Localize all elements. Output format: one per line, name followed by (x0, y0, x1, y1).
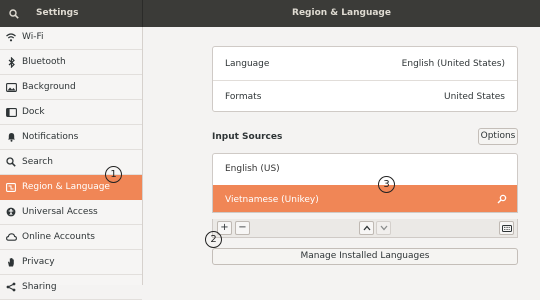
bell-icon (5, 131, 17, 143)
sidebar-item-label: Background (22, 82, 76, 92)
search-button[interactable] (0, 0, 28, 27)
input-sources-list: English (US) Vietnamese (Unikey) (212, 153, 518, 213)
manage-installed-languages-button[interactable]: Manage Installed Languages (212, 248, 518, 265)
share-icon (5, 281, 17, 293)
plus-icon: + (220, 222, 229, 233)
move-up-button[interactable] (359, 221, 374, 235)
sidebar-item-wifi[interactable]: Wi-Fi (0, 25, 142, 50)
chevron-down-icon (380, 225, 387, 231)
input-source-item-selected[interactable]: Vietnamese (Unikey) (213, 185, 517, 212)
bluetooth-icon (5, 56, 17, 68)
language-value: English (United States) (401, 58, 505, 69)
sidebar-item-bluetooth[interactable]: Bluetooth (0, 50, 142, 75)
keyboard-layout-button[interactable] (499, 221, 514, 235)
background-icon (5, 81, 17, 93)
header-bar: Settings Region & Language (0, 0, 540, 27)
formats-row[interactable]: Formats United States (213, 80, 517, 113)
dock-icon (5, 106, 17, 118)
input-sources-title: Input Sources (212, 132, 283, 142)
minus-icon: − (238, 222, 247, 233)
sidebar-item-universal-access[interactable]: Universal Access (0, 200, 142, 225)
language-formats-panel: Language English (United States) Formats… (212, 46, 518, 112)
sidebar-item-label: Notifications (22, 132, 79, 142)
chevron-up-icon (363, 225, 370, 231)
language-label: Language (225, 58, 270, 69)
move-down-button[interactable] (376, 221, 391, 235)
sidebar-item-label: Dock (22, 107, 45, 117)
page-title: Region & Language (292, 8, 391, 18)
input-source-item[interactable]: English (US) (213, 154, 517, 183)
sidebar-item-label: Universal Access (22, 207, 98, 217)
sidebar-item-label: Search (22, 157, 53, 167)
annotation-marker: 3 (378, 176, 395, 193)
search-icon (9, 8, 19, 19)
sidebar-item-online-accounts[interactable]: Online Accounts (0, 225, 142, 250)
wifi-icon (5, 31, 17, 43)
sidebar-item-notifications[interactable]: Notifications (0, 125, 142, 150)
sidebar-item-background[interactable]: Background (0, 75, 142, 100)
sidebar-item-label: Online Accounts (22, 232, 95, 242)
sidebar: Wi-Fi Bluetooth Background Dock Notifica… (0, 25, 143, 300)
remove-source-button[interactable]: − (235, 221, 250, 235)
search-icon (5, 156, 17, 168)
sidebar-item-label: Privacy (22, 257, 55, 267)
gear-icon[interactable] (497, 194, 507, 207)
options-button[interactable]: Options (478, 128, 518, 145)
flag-icon (5, 181, 17, 193)
sidebar-item-label: Bluetooth (22, 57, 66, 67)
sidebar-item-label: Wi-Fi (22, 32, 44, 42)
formats-label: Formats (225, 92, 262, 102)
hand-icon (5, 256, 17, 268)
language-row[interactable]: Language English (United States) (213, 47, 517, 80)
sidebar-item-dock[interactable]: Dock (0, 100, 142, 125)
sidebar-item-label: Region & Language (22, 182, 110, 192)
input-source-label: Vietnamese (Unikey) (225, 194, 319, 205)
annotation-marker: 2 (205, 231, 222, 248)
input-source-label: English (US) (225, 163, 280, 174)
annotation-marker: 1 (105, 166, 122, 183)
sidebar-item-privacy[interactable]: Privacy (0, 250, 142, 275)
main-content: Language English (United States) Formats… (143, 27, 540, 285)
sidebar-item-label: Sharing (22, 282, 57, 292)
cloud-icon (5, 231, 17, 243)
keyboard-icon (501, 224, 512, 232)
formats-value: United States (444, 92, 505, 102)
input-sources-toolbar: + − (212, 219, 518, 238)
sidebar-item-sharing[interactable]: Sharing (0, 275, 142, 300)
accessibility-icon (5, 206, 17, 218)
settings-title: Settings (36, 8, 79, 18)
